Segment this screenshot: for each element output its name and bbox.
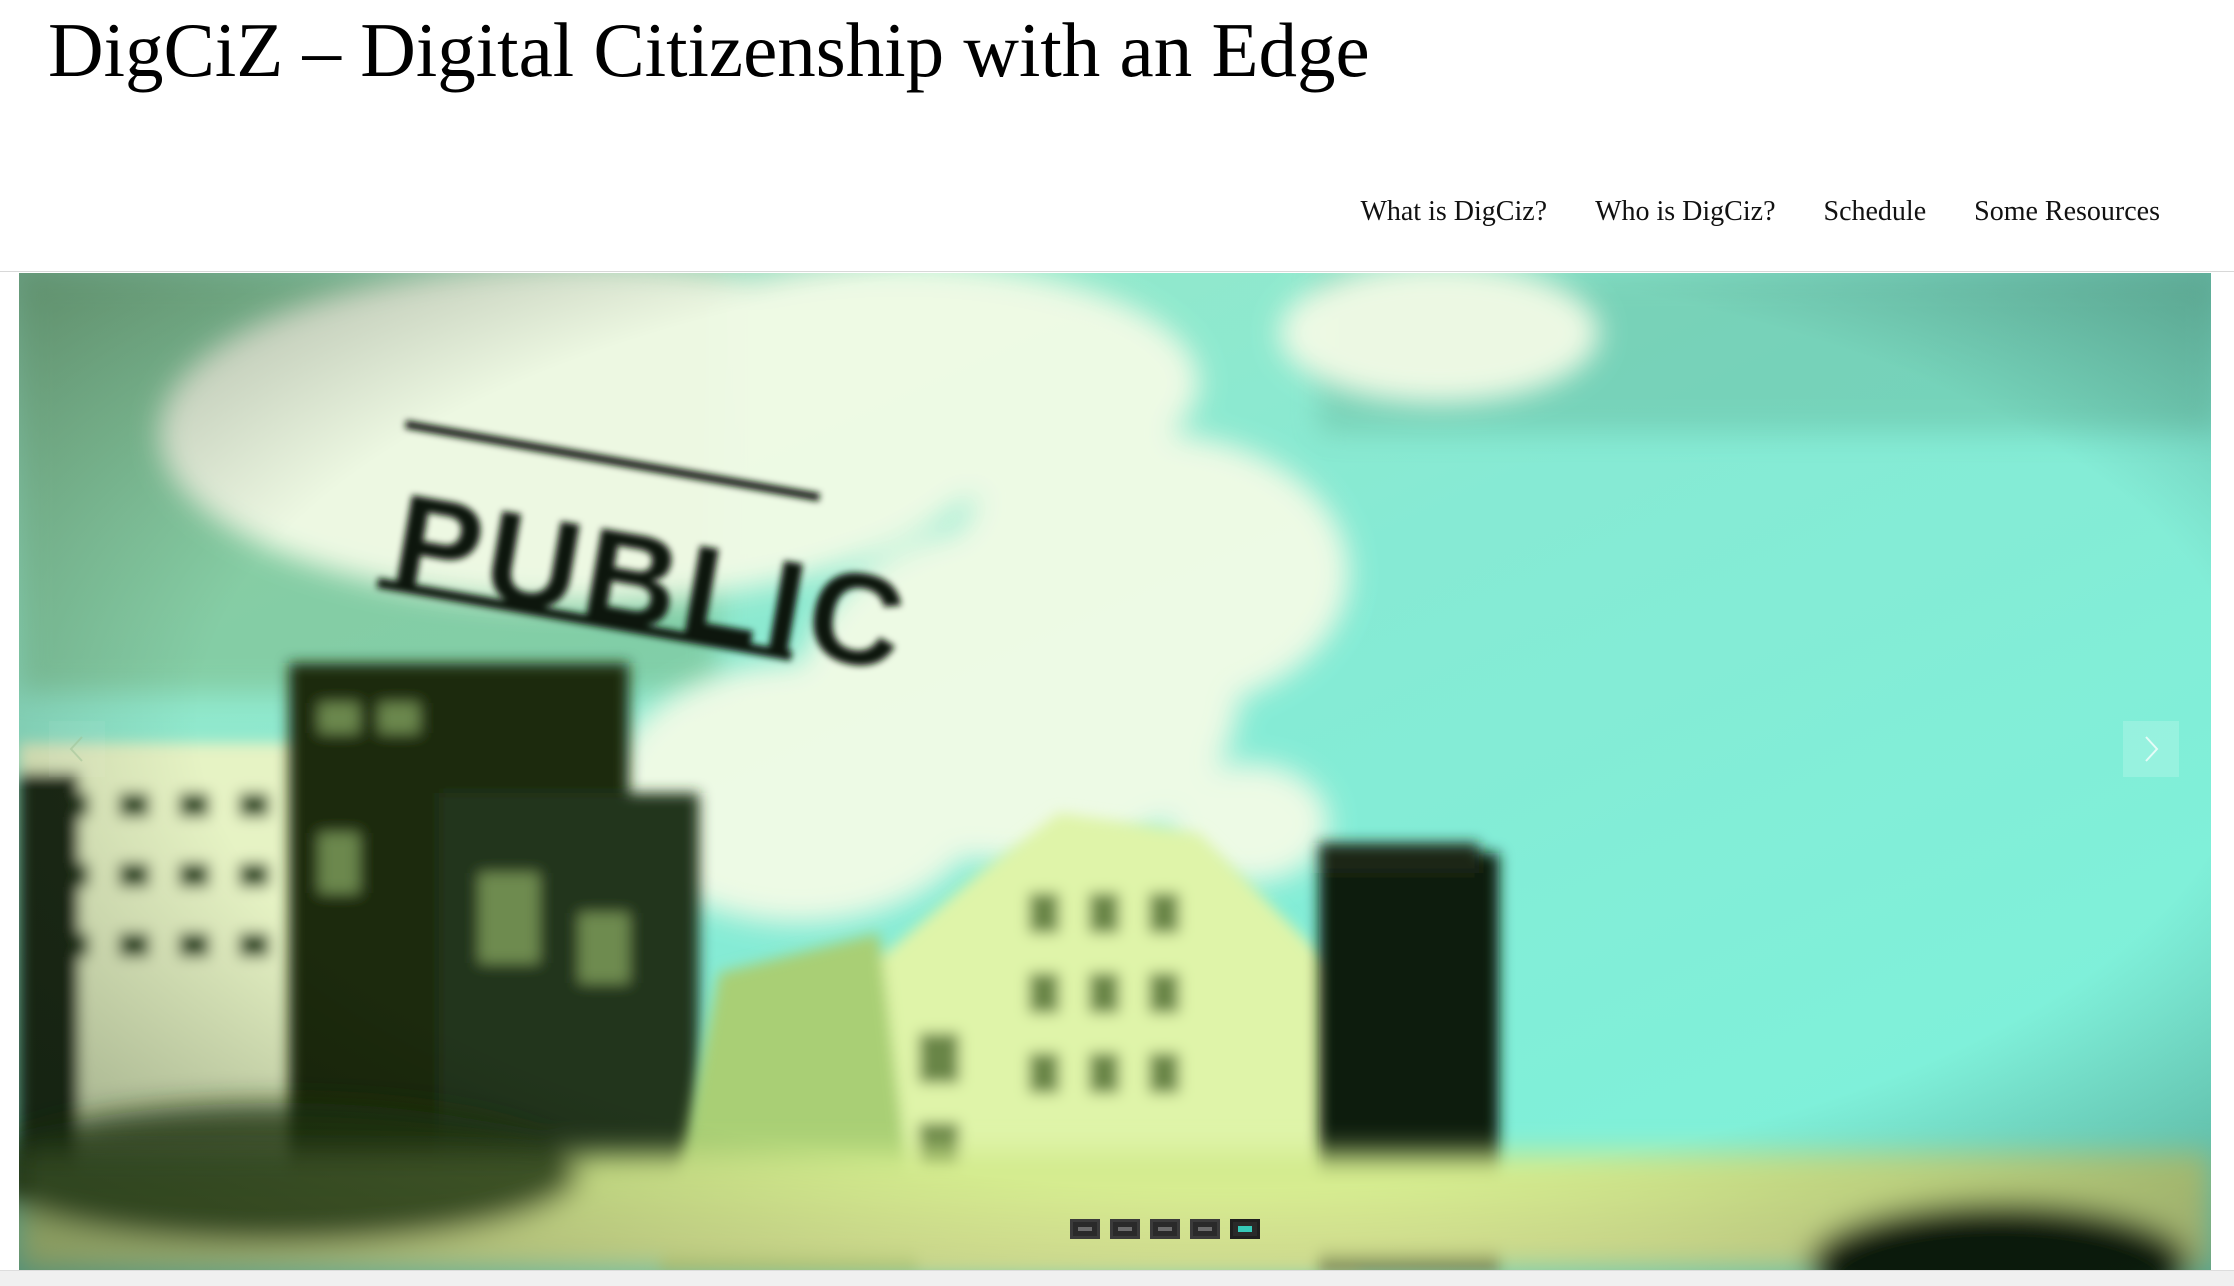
slider-dot-2[interactable] bbox=[1110, 1219, 1140, 1239]
slider-prev-button[interactable] bbox=[49, 721, 105, 777]
hero-slider[interactable]: PUBLIC bbox=[19, 273, 2211, 1270]
slider-dot-4[interactable] bbox=[1190, 1219, 1220, 1239]
nav-item-what-is-digciz[interactable]: What is DigCiz? bbox=[1336, 188, 1571, 236]
hero-image: PUBLIC bbox=[19, 273, 2211, 1270]
content-area-edge bbox=[0, 1270, 2234, 1286]
site-title[interactable]: DigCiZ – Digital Citizenship with an Edg… bbox=[48, 4, 1370, 96]
chevron-left-icon bbox=[69, 736, 83, 762]
chevron-right-icon bbox=[2145, 736, 2159, 762]
site-header: DigCiZ – Digital Citizenship with an Edg… bbox=[0, 0, 2234, 272]
slider-next-button[interactable] bbox=[2123, 721, 2179, 777]
nav-item-some-resources[interactable]: Some Resources bbox=[1950, 188, 2160, 236]
main-nav: What is DigCiz? Who is DigCiz? Schedule … bbox=[1336, 188, 2160, 236]
slider-pagination bbox=[1070, 1219, 1260, 1239]
slider-dot-5[interactable] bbox=[1230, 1219, 1260, 1239]
slider-dot-3[interactable] bbox=[1150, 1219, 1180, 1239]
page: DigCiZ – Digital Citizenship with an Edg… bbox=[0, 0, 2234, 1286]
slider-dot-1[interactable] bbox=[1070, 1219, 1100, 1239]
nav-item-schedule[interactable]: Schedule bbox=[1800, 188, 1951, 236]
nav-item-who-is-digciz[interactable]: Who is DigCiz? bbox=[1571, 188, 1799, 236]
